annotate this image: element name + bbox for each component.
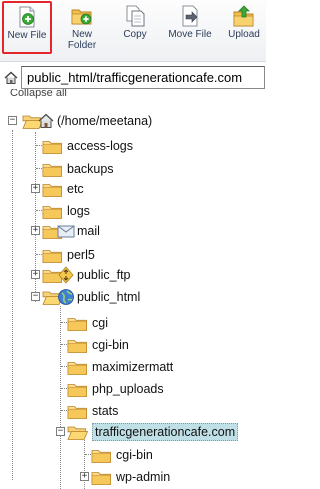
tree-node-root[interactable]: (/home/meetana) (22, 110, 152, 132)
folder-icon (42, 161, 63, 178)
tree-node-label: (/home/meetana) (57, 114, 153, 128)
folder-icon (67, 403, 88, 420)
tree-node-access-logs[interactable]: access-logs (42, 135, 133, 157)
tree-node-label: backups (67, 162, 114, 176)
folder-icon (42, 138, 63, 155)
tree-node-cgi-bin-sub[interactable]: cgi-bin (91, 444, 153, 466)
folder-icon (67, 315, 88, 332)
new-file-label: New File (7, 30, 47, 41)
tree-node-maximizermatt[interactable]: maximizermatt (67, 356, 173, 378)
tree-node-public-ftp[interactable]: public_ftp (42, 264, 131, 286)
tree-expander-public-ftp[interactable]: + (31, 270, 40, 279)
tree-node-label: access-logs (67, 139, 133, 153)
upload-label: Upload (228, 29, 260, 40)
tree-connector (84, 436, 85, 489)
tree-node-wp-admin[interactable]: wp-admin (91, 466, 170, 488)
copy-button[interactable]: Copy (112, 2, 158, 58)
move-file-button[interactable]: Move File (162, 2, 218, 58)
tree-node-backups[interactable]: backups (42, 158, 114, 180)
tree-node-php-uploads[interactable]: php_uploads (67, 378, 164, 400)
move-file-label: Move File (168, 29, 212, 40)
upload-button[interactable]: Upload (222, 2, 266, 58)
folder-icon (67, 337, 88, 354)
home-icon[interactable] (4, 71, 18, 85)
upload-icon (233, 5, 254, 27)
tree-node-logs[interactable]: logs (42, 200, 90, 222)
tree-node-label: cgi-bin (92, 338, 129, 352)
tree-node-label: mail (77, 224, 100, 238)
tree-node-label: public_html (77, 290, 141, 304)
new-file-icon (19, 6, 35, 28)
folder-icon (42, 203, 63, 220)
folder-icon (42, 247, 63, 264)
tree-node-label: cgi-bin (116, 448, 153, 462)
home-icon (38, 113, 54, 128)
tree-node-label: trafficgenerationcafe.com (92, 423, 239, 441)
tree-connector (60, 306, 61, 489)
tree-node-label: php_uploads (92, 382, 164, 396)
tree-node-stats[interactable]: stats (67, 400, 118, 422)
new-file-button[interactable]: New File (2, 1, 52, 54)
folder-icon (67, 381, 88, 398)
new-folder-button[interactable]: New Folder (56, 2, 108, 58)
tree-expander-root[interactable]: − (8, 116, 17, 125)
folder-open-icon (67, 424, 88, 441)
new-folder-label-line2: Folder (67, 40, 97, 51)
tree-node-label: stats (92, 404, 119, 418)
tree-node-public-html[interactable]: public_html (42, 286, 140, 308)
tree-node-label: etc (67, 182, 84, 196)
file-manager-toolbar: New File New Folder Copy Move File Uploa… (0, 0, 266, 62)
folder-icon (42, 181, 63, 198)
tree-expander-mail[interactable]: + (31, 226, 40, 235)
tree-node-label: cgi (92, 316, 108, 330)
tree-node-mail[interactable]: mail (42, 220, 100, 242)
move-file-icon (182, 5, 198, 27)
tree-expander-public-html[interactable]: − (31, 292, 40, 301)
tree-node-cgi[interactable]: cgi (67, 312, 108, 334)
tree-node-label: logs (67, 204, 90, 218)
tree-node-etc[interactable]: etc (42, 178, 84, 200)
tree-expander-trafficgenerationcafe[interactable]: − (56, 427, 65, 436)
tree-node-perl5[interactable]: perl5 (42, 244, 95, 266)
tree-connector (12, 130, 13, 480)
tree-node-label: public_ftp (77, 268, 131, 282)
tree-expander-wp-admin[interactable]: + (80, 472, 89, 481)
directory-tree: − (/home/meetana) access-logs backups + … (0, 100, 266, 489)
tree-node-cgi-bin[interactable]: cgi-bin (67, 334, 129, 356)
path-input[interactable] (21, 66, 265, 89)
ftp-transfer-icon (58, 266, 74, 284)
copy-icon (126, 5, 145, 27)
folder-icon (91, 447, 112, 464)
tree-node-label: wp-admin (116, 470, 171, 484)
globe-icon (58, 289, 74, 305)
tree-expander-etc[interactable]: + (31, 184, 40, 193)
tree-node-label: maximizermatt (92, 360, 174, 374)
tree-node-label: perl5 (67, 248, 95, 262)
folder-icon (91, 469, 112, 486)
envelope-icon (57, 225, 75, 238)
collapse-all-link[interactable]: Collapse all (10, 89, 67, 99)
folder-icon (67, 359, 88, 376)
path-bar (0, 66, 266, 90)
copy-label: Copy (123, 29, 147, 40)
new-folder-label-line1: New (71, 29, 92, 40)
tree-node-trafficgenerationcafe[interactable]: trafficgenerationcafe.com (67, 421, 239, 443)
new-folder-icon (71, 9, 92, 25)
